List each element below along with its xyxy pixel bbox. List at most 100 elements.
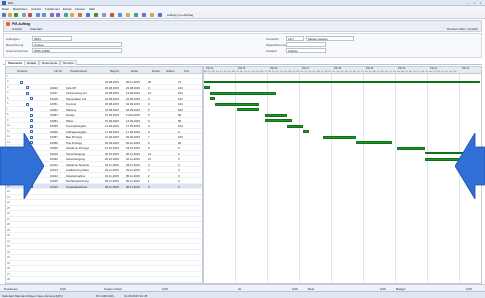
table-row[interactable]: 8 10053 Design 07.09.2015 11.09.2015 5 80 — [6, 113, 202, 118]
cell-end[interactable]: 24.08.2015 — [126, 97, 140, 101]
settings-icon[interactable] — [102, 13, 106, 17]
cell-start[interactable]: 20.10.2015 — [105, 152, 119, 156]
cell-percent[interactable]: 100 — [178, 135, 183, 139]
paste-icon[interactable] — [42, 13, 46, 17]
right-tools[interactable]: Drucken Filter / Ansicht — [447, 27, 478, 31]
cell-number[interactable]: 10055 — [50, 124, 58, 128]
cell-start[interactable]: 02.11.2015 — [105, 163, 119, 167]
table-row-empty[interactable]: 38 — [6, 278, 202, 283]
cell-number[interactable]: 10000 — [50, 86, 58, 90]
table-row-empty[interactable]: 27 — [6, 217, 202, 222]
cell-text[interactable]: Auftragsvergabe — [66, 130, 87, 134]
cell-text[interactable]: Serienfertigung — [66, 152, 85, 156]
print-icon[interactable] — [22, 13, 26, 17]
cell-end[interactable]: 19.10.2015 — [126, 146, 140, 150]
redo-icon[interactable] — [56, 13, 60, 17]
gantt-task-bar[interactable] — [237, 108, 260, 111]
menu-bearbeiten[interactable]: Bearbeiten — [13, 7, 28, 11]
cell-text[interactable]: Auslieferung Ware — [66, 168, 89, 172]
cell-text[interactable]: Pläne — [66, 119, 73, 123]
cell-duration[interactable]: 2 — [148, 168, 150, 172]
calendar-icon[interactable] — [94, 13, 98, 17]
col-text[interactable]: Positionstext — [70, 69, 87, 73]
cell-duration[interactable]: 2 — [148, 163, 150, 167]
cell-text[interactable]: Test Prototyp — [66, 141, 82, 145]
cell-end[interactable]: 02.11.2015 — [126, 157, 140, 161]
cell-duration[interactable]: 0 — [148, 185, 150, 189]
cell-duration[interactable]: 6 — [148, 146, 150, 150]
window-icon[interactable] — [158, 13, 162, 17]
menu-funktionen[interactable]: Funktionen — [45, 7, 60, 11]
tab-overview[interactable]: Übersicht — [5, 60, 25, 65]
cell-duration[interactable]: 6 — [148, 119, 150, 123]
cell-duration[interactable]: 8 — [148, 141, 150, 145]
cell-number[interactable]: 10012 — [50, 163, 58, 167]
table-row-empty[interactable]: 26 — [6, 212, 202, 217]
cell-end[interactable]: 06.11.2015 — [126, 185, 140, 189]
cell-duration[interactable]: 9 — [148, 102, 150, 106]
cell-start[interactable]: 24.08.2015 — [105, 91, 119, 95]
cell-duration[interactable]: 0 — [148, 130, 150, 134]
delete-icon[interactable] — [28, 13, 32, 17]
cell-start[interactable]: 30.09.2015 — [105, 141, 119, 145]
cell-end[interactable]: 06.11.2015 — [126, 80, 140, 84]
view-selector[interactable]: Standard — [30, 27, 42, 31]
menu-datei[interactable]: Datei — [2, 7, 9, 11]
table-row-empty[interactable]: 31 — [6, 239, 202, 244]
gantt-task-bar[interactable] — [355, 141, 392, 144]
cell-text[interactable]: Serienfertigung — [66, 157, 85, 161]
table-row[interactable]: 1 — [6, 74, 202, 79]
folder-icon[interactable] — [150, 13, 154, 17]
cell-end[interactable]: 09.10.2015 — [126, 141, 140, 145]
gantt-task-bar[interactable] — [264, 113, 287, 117]
minimize-icon[interactable]: – — [466, 1, 471, 5]
cell-start[interactable]: 05.11.2015 — [105, 179, 119, 183]
col-hours[interactable]: Std. — [184, 69, 189, 73]
cell-end[interactable]: 04.09.2015 — [126, 108, 140, 112]
table-row-empty[interactable]: 36 — [6, 267, 202, 272]
cell-start[interactable]: 20.10.2015 — [105, 157, 119, 161]
cell-percent[interactable]: 0 — [178, 146, 180, 150]
cell-end[interactable]: 23.08.2015 — [126, 86, 140, 90]
col-structure[interactable]: Struktur — [17, 69, 28, 73]
cell-end[interactable]: 11.09.2015 — [126, 113, 140, 117]
cell-duration[interactable]: 5 — [148, 113, 150, 117]
cell-start[interactable]: 17.09.2015 — [105, 130, 119, 134]
gantt-task-bar[interactable] — [209, 91, 276, 95]
cell-end[interactable]: 05.11.2015 — [126, 179, 140, 183]
gantt-task-bar[interactable] — [264, 119, 293, 122]
cell-start[interactable]: 31.08.2015 — [105, 108, 119, 112]
table-row-empty[interactable]: 25 — [6, 206, 202, 211]
cell-duration[interactable]: 0 — [148, 97, 150, 101]
col-duration[interactable]: Dauer — [152, 69, 160, 73]
status-field[interactable]: Auftrag — [286, 48, 326, 53]
cell-number[interactable]: 10056 — [50, 130, 58, 134]
menu-fenster[interactable]: Fenster — [75, 7, 85, 11]
cell-start[interactable]: 03.11.2015 — [105, 168, 119, 172]
cell-start[interactable]: 07.09.2015 — [105, 113, 119, 117]
cell-start[interactable]: 07.09.2015 — [105, 119, 119, 123]
cell-number[interactable]: 10013 — [50, 168, 58, 172]
cell-percent[interactable]: 0 — [178, 185, 180, 189]
cell-start[interactable]: 14.09.2015 — [105, 124, 119, 128]
table-row[interactable]: 5 10018 Steuerdaten Anf 24.08.2015 24.08.201… — [6, 96, 202, 101]
cell-text[interactable]: Nachbesprechung — [66, 179, 89, 183]
cell-end[interactable]: 06.11.2015 — [126, 152, 140, 156]
table-row-empty[interactable]: 33 — [6, 250, 202, 255]
cell-text[interactable]: Bau Prototyp — [66, 135, 82, 139]
cell-duration[interactable]: 5 — [148, 108, 150, 112]
gantt-task-bar[interactable] — [204, 86, 210, 89]
col-end[interactable]: Ende — [131, 69, 138, 73]
current-document[interactable]: Auftrag: pm-Auftrag — [167, 13, 193, 17]
gantt-task-bar[interactable] — [322, 135, 356, 139]
col-status[interactable]: Status — [166, 69, 175, 73]
maximize-icon[interactable]: □ — [472, 1, 477, 5]
cell-percent[interactable]: 0 — [178, 157, 180, 161]
cell-percent[interactable]: 74 — [178, 80, 181, 84]
filter-icon[interactable] — [70, 13, 74, 17]
cell-number[interactable]: 10052 — [50, 108, 58, 112]
cell-start[interactable]: 23.08.2015 — [105, 80, 119, 84]
export-icon[interactable] — [134, 13, 138, 17]
cell-text[interactable]: Konzept — [66, 102, 76, 106]
table-row[interactable]: 2 23.08.2015 06.11.2015 46 74 — [6, 80, 202, 85]
